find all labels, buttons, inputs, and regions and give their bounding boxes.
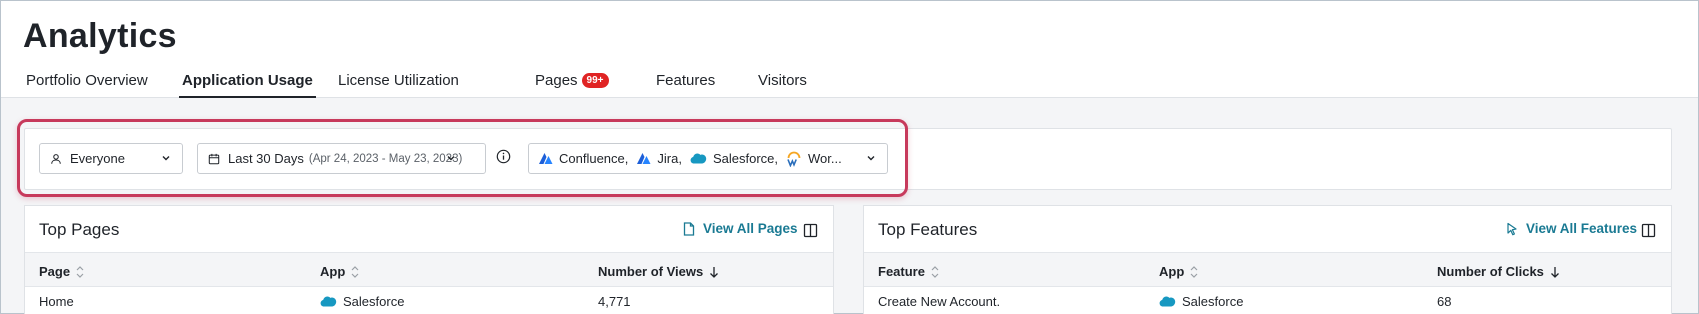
sort-icon <box>931 265 939 278</box>
column-header-feature[interactable]: Feature <box>878 264 939 279</box>
column-header-app[interactable]: App <box>1159 264 1198 279</box>
header: Analytics Portfolio Overview Application… <box>1 1 1698 98</box>
date-range-select[interactable]: Last 30 Days (Apr 24, 2023 - May 23, 202… <box>197 143 486 174</box>
table-cell-clicks: 68 <box>1437 294 1452 309</box>
top-features-card: Top Features View All Features Feature A… <box>863 205 1672 314</box>
chevron-down-icon <box>867 156 875 161</box>
tab-application-usage[interactable]: Application Usage <box>179 72 316 98</box>
app-chip-salesforce: Salesforce, <box>690 151 778 166</box>
apps-select[interactable]: Confluence, Jira, Salesforce, Wor... <box>528 143 888 174</box>
sort-icon <box>1190 265 1198 278</box>
salesforce-icon <box>1159 296 1176 307</box>
table-header: Feature App Number of Clicks <box>864 252 1671 287</box>
cursor-icon <box>1507 222 1517 235</box>
pages-count-badge: 99+ <box>581 73 609 88</box>
table-cell-app: Salesforce <box>320 294 404 309</box>
column-header-clicks[interactable]: Number of Clicks <box>1437 264 1560 279</box>
page-title: Analytics <box>23 17 177 55</box>
salesforce-icon <box>690 153 707 164</box>
column-header-views[interactable]: Number of Views <box>598 264 719 279</box>
chevron-down-icon <box>447 156 455 161</box>
table-cell-views: 4,771 <box>598 294 631 309</box>
view-all-features-link[interactable]: View All Features <box>1506 221 1637 236</box>
tab-features[interactable]: Features <box>656 72 715 98</box>
table-cell-feature: Create New Account. <box>878 294 1001 309</box>
sort-icon <box>76 265 84 278</box>
info-icon[interactable] <box>496 149 511 164</box>
tab-portfolio-overview[interactable]: Portfolio Overview <box>26 72 148 98</box>
columns-icon[interactable] <box>1641 223 1656 238</box>
app-chip-jira: Jira, <box>636 151 682 166</box>
view-all-pages-link[interactable]: View All Pages <box>683 221 798 236</box>
salesforce-icon <box>320 296 337 307</box>
columns-icon[interactable] <box>803 223 818 238</box>
tab-license-utilization[interactable]: License Utilization <box>338 72 459 98</box>
top-pages-card: Top Pages View All Pages Page App Number… <box>24 205 834 314</box>
table-header: Page App Number of Views <box>25 252 833 287</box>
user-icon <box>51 153 61 164</box>
table-cell-app: Salesforce <box>1159 294 1243 309</box>
sort-desc-icon <box>1550 266 1559 278</box>
tab-pages[interactable]: Pages 99+ <box>535 72 609 98</box>
calendar-icon <box>208 153 220 164</box>
table-cell-page: Home <box>39 294 74 309</box>
audience-select[interactable]: Everyone <box>39 143 183 174</box>
column-header-page[interactable]: Page <box>39 264 84 279</box>
sort-icon <box>351 265 359 278</box>
jira-icon <box>637 153 651 164</box>
top-pages-title: Top Pages <box>39 220 120 239</box>
audience-select-value: Everyone <box>70 151 125 166</box>
workday-icon <box>787 151 801 167</box>
chevron-down-icon <box>162 156 170 161</box>
top-features-title: Top Features <box>878 220 978 239</box>
date-range-detail: (Apr 24, 2023 - May 23, 2023) <box>308 152 463 165</box>
date-range-value: Last 30 Days <box>228 151 304 166</box>
sort-desc-icon <box>710 266 719 278</box>
tab-visitors[interactable]: Visitors <box>758 72 807 98</box>
column-header-app[interactable]: App <box>320 264 359 279</box>
app-chip-workday: Wor... <box>786 151 842 167</box>
confluence-icon <box>539 153 553 164</box>
document-icon <box>683 221 695 236</box>
app-chip-confluence: Confluence, <box>538 151 628 166</box>
